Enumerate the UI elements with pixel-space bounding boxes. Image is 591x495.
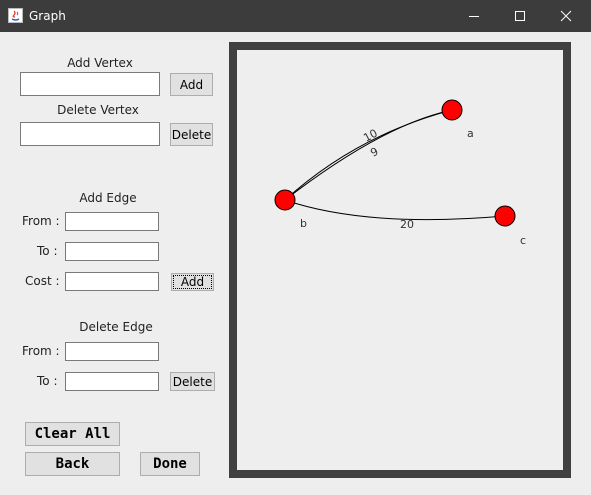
add-edge-from-input[interactable]	[65, 212, 159, 231]
delete-edge-from-input[interactable]	[65, 342, 159, 361]
close-button[interactable]	[543, 0, 589, 32]
graph-canvas[interactable]: 10 9 20 a b c	[229, 42, 571, 478]
close-icon	[560, 10, 572, 22]
add-edge-to-input[interactable]	[65, 242, 159, 261]
minimize-icon	[469, 16, 479, 17]
edge-b-a	[284, 109, 453, 201]
title-bar: Graph	[0, 0, 591, 32]
edge-cost-label: 9	[368, 145, 380, 160]
window-title: Graph	[29, 9, 66, 23]
vertex-b[interactable]	[274, 189, 296, 211]
minimize-button[interactable]	[451, 0, 497, 32]
delete-vertex-button[interactable]: Delete	[170, 123, 213, 146]
edge-b-c	[284, 199, 506, 221]
done-button[interactable]: Done	[140, 452, 200, 476]
add-vertex-heading: Add Vertex	[67, 56, 133, 70]
delete-vertex-heading: Delete Vertex	[57, 103, 139, 117]
add-edge-button[interactable]: Add	[171, 273, 214, 291]
add-edge-heading: Add Edge	[79, 191, 137, 205]
back-button[interactable]: Back	[25, 452, 120, 476]
java-app-icon	[8, 8, 23, 23]
delete-edge-to-input[interactable]	[65, 372, 159, 391]
maximize-icon	[515, 11, 525, 21]
delete-edge-button[interactable]: Delete	[170, 372, 215, 391]
edge-cost-label: 20	[400, 218, 414, 231]
delete-vertex-input[interactable]	[20, 122, 160, 146]
add-edge-from-label: From :	[22, 214, 60, 228]
vertex-a[interactable]	[441, 99, 463, 121]
vertex-c[interactable]	[494, 205, 516, 227]
add-vertex-button[interactable]: Add	[170, 73, 213, 96]
add-edge-cost-input[interactable]	[65, 272, 159, 291]
maximize-button[interactable]	[497, 0, 543, 32]
edge-b-a	[284, 109, 453, 201]
edge-cost-label: 10	[361, 127, 379, 145]
delete-edge-from-label: From :	[22, 344, 60, 358]
vertex-label: c	[520, 234, 526, 247]
add-vertex-input[interactable]	[20, 72, 160, 96]
graph-drawing: 109 20 a b c	[274, 99, 526, 247]
vertex-label: b	[300, 217, 307, 230]
delete-edge-heading: Delete Edge	[79, 320, 153, 334]
vertex-label: a	[467, 127, 474, 140]
add-edge-cost-label: Cost :	[25, 274, 60, 288]
add-edge-to-label: To :	[37, 244, 58, 258]
clear-all-button[interactable]: Clear All	[25, 422, 120, 446]
delete-edge-to-label: To :	[37, 374, 58, 388]
